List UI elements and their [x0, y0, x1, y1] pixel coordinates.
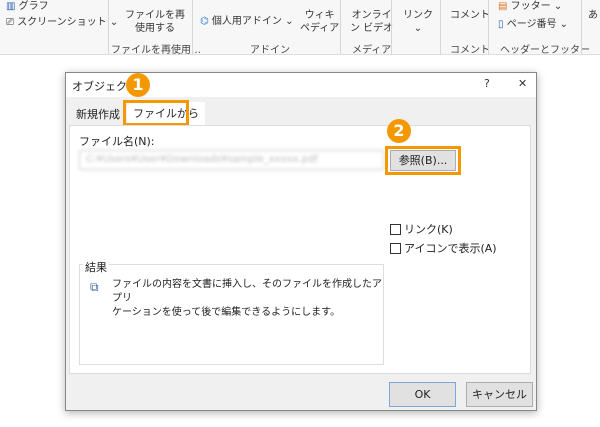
result-text-line: ファイルの内容を文書に挿入し、そのファイルを作成したアプリ: [112, 279, 382, 304]
chart-button[interactable]: ▥ グラフ: [6, 0, 49, 13]
wikipedia-button[interactable]: ウィキ ペディア: [300, 9, 339, 35]
group-label-addin: アドイン: [250, 45, 290, 56]
screenshot-button[interactable]: ⎚ スクリーンショット ⌄: [6, 16, 118, 29]
highlight-tab: [123, 100, 189, 126]
group-label-header-footer: ヘッダーとフッター: [500, 45, 590, 56]
file-name-input[interactable]: C:¥Users¥User¥Downloads¥sample_xxxxx.pdf: [79, 150, 384, 170]
result-group: 結果 ⧉ ファイルの内容を文書に挿入し、そのファイルを作成したアプリ ケーション…: [79, 259, 384, 365]
step-badge-2: 2: [387, 119, 411, 143]
result-label: 結果: [83, 259, 109, 275]
chart-icon: ▥: [6, 1, 16, 12]
link-button[interactable]: リンク ⌄: [403, 9, 433, 35]
page-number-button[interactable]: ▯ ページ番号 ⌄: [498, 18, 568, 31]
ok-button[interactable]: OK: [389, 382, 456, 407]
link-checkbox[interactable]: リンク(K): [390, 221, 453, 237]
highlight-browse: [385, 146, 461, 175]
from-file-panel: ファイル名(N): C:¥Users¥User¥Downloads¥sample…: [69, 125, 531, 374]
footer-button[interactable]: ▤ フッター ⌄: [498, 0, 562, 13]
group-label-comment: コメント: [450, 45, 490, 56]
close-button[interactable]: ✕: [518, 77, 527, 90]
ribbon-cut-item[interactable]: あ: [588, 9, 598, 22]
reuse-file-button[interactable]: ファイルを再 使用する: [125, 9, 185, 35]
file-name-label: ファイル名(N):: [79, 135, 155, 148]
footer-icon: ▤: [498, 1, 508, 12]
group-label-reuse: ファイルを再使用…: [111, 45, 201, 56]
ribbon: ▥ グラフ ⎚ スクリーンショット ⌄ ファイルを再 使用する ファイルを再使用……: [0, 0, 600, 56]
help-button[interactable]: ?: [484, 77, 490, 90]
tab-new[interactable]: 新規作成: [70, 103, 126, 125]
cancel-button[interactable]: キャンセル: [466, 382, 533, 407]
result-text-line: ケーションを使って後で編集できるようにします。: [112, 307, 341, 318]
show-icon-checkbox[interactable]: アイコンで表示(A): [390, 240, 497, 256]
screenshot-icon: ⎚: [6, 17, 14, 28]
insert-object-dialog: オブジェクトの ? ✕ 新規作成 ファイルから ファイル名(N): C:¥Use…: [65, 72, 537, 411]
comment-button[interactable]: コメント: [450, 9, 490, 22]
personal-addin-button[interactable]: ⌬ 個人用アドイン ⌄: [200, 15, 294, 28]
embed-object-icon: ⧉: [90, 280, 99, 294]
page-number-icon: ▯: [498, 19, 504, 30]
online-video-button[interactable]: オンライン ビデオ: [350, 9, 393, 35]
step-badge-1: 1: [126, 73, 150, 97]
addin-icon: ⌬: [200, 16, 209, 27]
group-label-media: メディア: [352, 45, 392, 56]
